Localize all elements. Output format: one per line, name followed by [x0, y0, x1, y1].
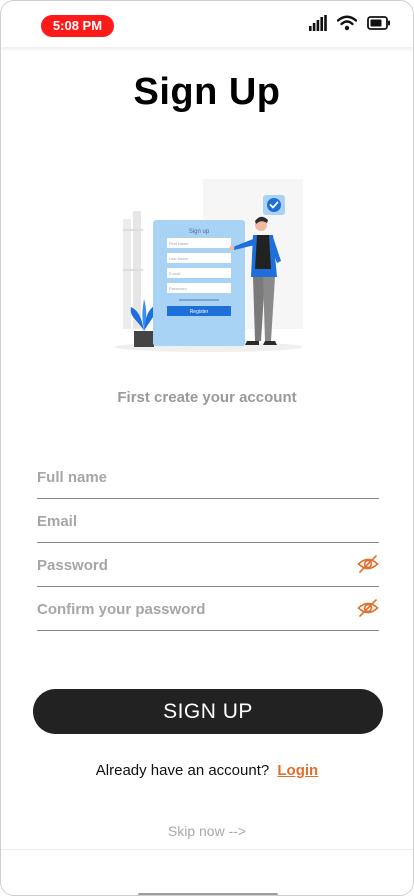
- full-name-input[interactable]: [37, 465, 337, 489]
- card-field-password: Password: [169, 286, 187, 291]
- bottom-bar: [1, 849, 413, 895]
- password-input[interactable]: [37, 553, 337, 577]
- card-field-last: Last Name: [169, 256, 189, 261]
- page-title: Sign Up: [133, 71, 281, 113]
- login-prompt-text: Already have an account?: [95, 762, 270, 779]
- login-prompt: Already have an account? Login: [1, 762, 413, 779]
- status-icons: [309, 14, 391, 36]
- subtitle: First create your account: [117, 389, 297, 406]
- confirm-password-field: [37, 587, 379, 631]
- eye-off-icon[interactable]: [357, 553, 379, 575]
- card-field-first: First Name: [169, 241, 189, 246]
- status-time: 5:08 PM: [41, 15, 114, 37]
- login-link[interactable]: Login: [277, 762, 318, 779]
- status-bar: 5:08 PM: [1, 1, 413, 47]
- full-name-field: [37, 455, 379, 499]
- signup-illustration-icon: Sign up First Name Last Name E-mail Pass…: [107, 169, 311, 357]
- confirm-password-input[interactable]: [37, 597, 337, 621]
- phone-frame: 5:08 PM Sign Up Sign up First Name Last …: [0, 0, 414, 896]
- cellular-signal-icon: [309, 14, 327, 36]
- skip-link[interactable]: Skip now -->: [1, 823, 413, 839]
- eye-off-icon[interactable]: [357, 597, 379, 619]
- email-field: [37, 499, 379, 543]
- card-field-email: E-mail: [169, 271, 180, 276]
- email-input[interactable]: [37, 509, 337, 533]
- password-field: [37, 543, 379, 587]
- signup-button[interactable]: SIGN UP: [33, 689, 383, 734]
- card-register: Register: [190, 309, 209, 315]
- battery-icon: [367, 15, 391, 35]
- card-title: Sign up: [189, 229, 210, 235]
- wifi-icon: [336, 15, 358, 36]
